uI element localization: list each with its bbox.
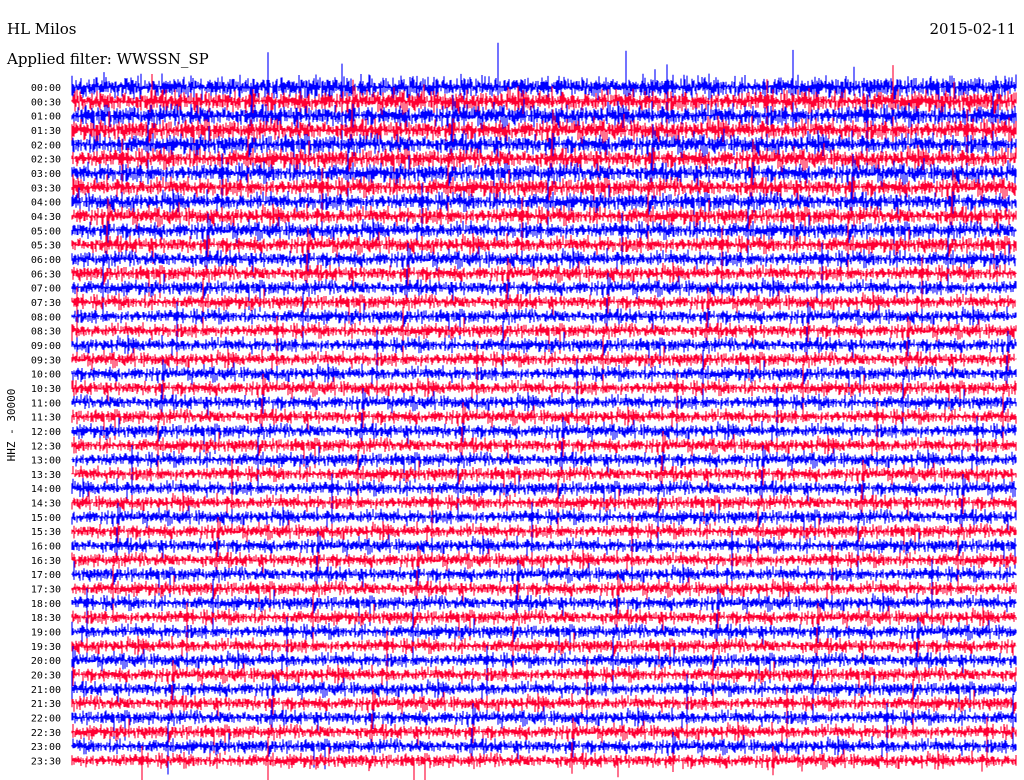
row-label: 19:00 [31, 628, 61, 639]
trace-group [71, 42, 1017, 780]
row-label: 04:30 [31, 212, 61, 223]
trace-line [71, 171, 1017, 238]
row-label: 07:00 [31, 284, 61, 295]
row-label: 05:00 [31, 226, 61, 237]
row-label: 00:30 [31, 97, 61, 108]
row-label: 01:30 [31, 126, 61, 137]
row-label: 23:30 [31, 757, 61, 768]
row-label: 19:30 [31, 642, 61, 653]
row-label: 18:00 [31, 599, 61, 610]
row-label: 02:00 [31, 140, 61, 151]
row-label: 23:00 [31, 742, 61, 753]
row-label: 02:30 [31, 155, 61, 166]
row-label: 17:30 [31, 585, 61, 596]
row-label: 00:00 [31, 83, 61, 94]
row-label: 10:00 [31, 370, 61, 381]
row-label: 13:00 [31, 456, 61, 467]
row-label: 17:00 [31, 570, 61, 581]
trace-line [71, 713, 1017, 760]
row-label: 22:30 [31, 728, 61, 739]
row-label: 13:30 [31, 470, 61, 481]
row-label: 10:30 [31, 384, 61, 395]
row-label: 07:30 [31, 298, 61, 309]
row-label: 03:30 [31, 183, 61, 194]
row-label: 16:30 [31, 556, 61, 567]
row-label: 15:30 [31, 527, 61, 538]
filter-label: Applied filter: WWSSN_SP [7, 50, 209, 68]
row-label: 21:30 [31, 699, 61, 710]
row-label: 16:00 [31, 542, 61, 553]
row-label: 08:00 [31, 312, 61, 323]
row-label: 22:00 [31, 714, 61, 725]
row-label: 11:00 [31, 398, 61, 409]
row-label: 08:30 [31, 327, 61, 338]
helicorder-plot: 00:00 00:30 01:00 01:30 02:00 02:30 03:00 03:30… [5, 42, 1017, 780]
trace-line [71, 578, 1017, 632]
row-label: 20:00 [31, 656, 61, 667]
row-label: 14:00 [31, 484, 61, 495]
row-label: 09:30 [31, 355, 61, 366]
row-label: 21:00 [31, 685, 61, 696]
row-label: 12:30 [31, 441, 61, 452]
row-label: 01:00 [31, 112, 61, 123]
row-label: 18:30 [31, 613, 61, 624]
row-label-group: 00:00 00:30 01:00 01:30 02:00 02:30 03:00 03:30… [31, 83, 61, 768]
row-label: 14:30 [31, 499, 61, 510]
y-axis-label: HHZ - 30000 [5, 389, 18, 462]
row-label: 03:00 [31, 169, 61, 180]
row-label: 12:00 [31, 427, 61, 438]
row-label: 06:00 [31, 255, 61, 266]
row-label: 04:00 [31, 198, 61, 209]
row-label: 11:30 [31, 413, 61, 424]
row-label: 20:30 [31, 671, 61, 682]
row-label: 09:00 [31, 341, 61, 352]
row-label: 05:30 [31, 241, 61, 252]
row-label: 15:00 [31, 513, 61, 524]
row-label: 06:30 [31, 269, 61, 280]
